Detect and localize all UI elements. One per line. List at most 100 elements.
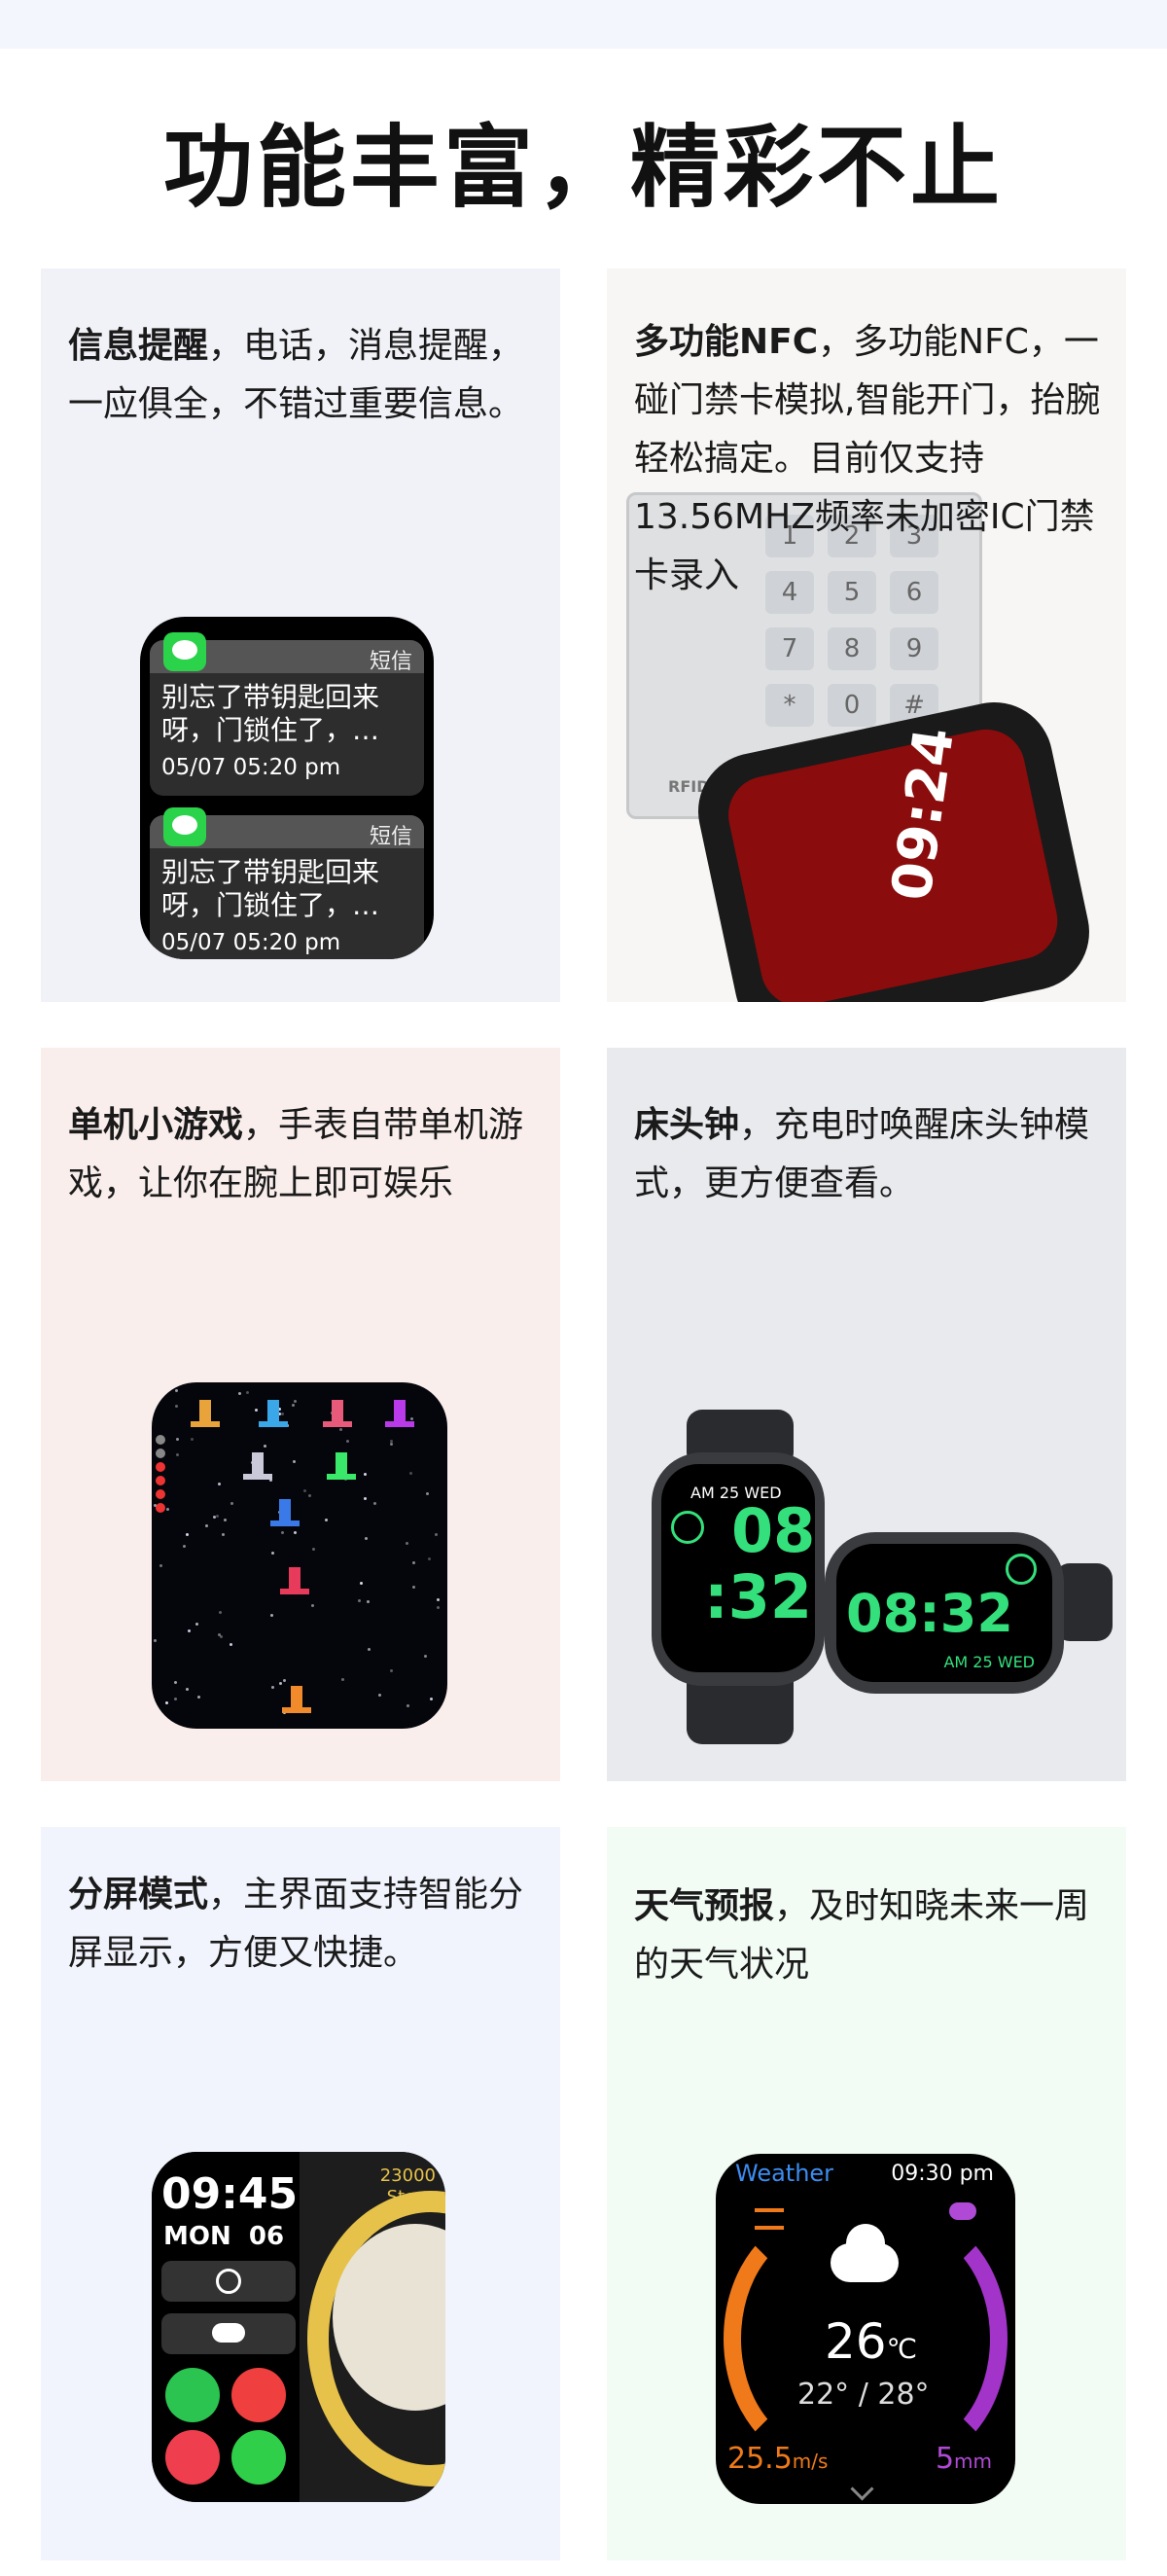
star [197,1696,200,1699]
card-nfc: 123456789*0# RFID ACCESS CONTROL 多功能NFC，… [607,268,1126,1002]
watch-hour: 08 [731,1495,816,1566]
notification-card: 短信 别忘了带钥匙回来呀，门锁住了，… 05/07 05:20 pm [150,807,424,959]
health-app-icon[interactable] [165,2430,220,2485]
card-description: 多功能NFC，多功能NFC，一碰门禁卡模拟,智能开门，抬腕轻松搞定。目前仅支持1… [634,322,1101,595]
star [175,1405,178,1408]
top-band [0,0,1167,49]
star [428,1557,431,1560]
keypad-key: 8 [828,627,876,670]
game-screen[interactable] [152,1382,447,1729]
star [159,1564,162,1567]
star [246,1391,249,1394]
game-sprite [323,1400,352,1427]
game-sprite [327,1452,356,1480]
star [312,1548,315,1551]
heart-icon [156,1503,165,1513]
bedside-watch-front: AM 25 WED 08 :32 [652,1452,825,1686]
watch-date: AM 25 WED [943,1653,1035,1671]
game-sprite [280,1567,309,1594]
alarm-clock-icon [216,2269,241,2294]
star [412,1561,415,1564]
star [364,1497,367,1500]
star [195,1623,198,1626]
game-sprite [191,1400,220,1427]
card-description: 床头钟，充电时唤醒床头钟模式，更方便查看。 [634,1105,1090,1203]
star [264,1445,266,1448]
phone-app-icon[interactable] [165,2368,220,2422]
star [188,1629,191,1632]
star [412,1586,415,1589]
star [174,1698,177,1700]
heart-icon [156,1435,165,1445]
message-app-icon [163,632,206,671]
star [390,1443,393,1446]
card-description: 天气预报，及时知晓未来一周的天气状况 [634,1886,1090,1985]
star [183,1545,186,1548]
star [293,1460,296,1463]
card-title: 单机小游戏 [68,1105,244,1145]
card-title: 信息提醒 [68,326,209,366]
weather-tile[interactable] [161,2313,296,2354]
star [407,1704,409,1707]
star [339,1428,342,1431]
star [283,1679,286,1682]
charging-icon [1006,1554,1037,1585]
star [279,1682,282,1685]
steps-display: 23000 Steps [379,2165,436,2207]
game-sprite [259,1400,288,1427]
star [176,1453,179,1456]
card-description: 信息提醒，电话，消息提醒，一应俱全，不错过重要信息。 [68,326,524,424]
heart-icon [156,1462,165,1472]
notification-time: 05/07 05:20 pm [161,755,341,780]
star [166,1508,169,1511]
star [426,1492,429,1495]
current-temp: 26℃ [825,2313,918,2370]
star [219,1611,222,1614]
watch-time: 09:24 [879,724,967,905]
page-title: 功能丰富，精彩不止 [162,116,1004,220]
star [409,1472,412,1475]
star [365,1537,368,1540]
temp-range: 22° / 28° [797,2378,930,2412]
rainfall: 5mm [935,2442,992,2476]
star [368,1648,371,1651]
star [191,1438,194,1441]
card-message-reminder: 信息提醒，电话，消息提醒，一应俱全，不错过重要信息。 短信 别忘了带钥匙回来呀，… [41,268,560,1002]
star [176,1438,179,1441]
star [294,1400,297,1403]
star [364,1473,367,1476]
card-description: 单机小游戏，手表自带单机游戏，让你在腕上即可娱乐 [68,1105,524,1203]
notification-card: 短信 别忘了带钥匙回来呀，门锁住了，… 05/07 05:20 pm [150,632,424,796]
wind-icon [755,2208,784,2230]
card-split-screen: 分屏模式，主界面支持智能分屏显示，方便又快捷。 23000 Steps 09:4… [41,1827,560,2560]
card-game: 单机小游戏，手表自带单机游戏，让你在腕上即可娱乐 [41,1048,560,1781]
star [281,1531,284,1534]
star [205,1524,208,1527]
card-title: 床头钟 [634,1105,740,1145]
alarm-tile[interactable] [161,2261,296,2302]
star [358,1599,361,1602]
game-sprite [385,1400,414,1427]
star [311,1604,314,1607]
star [430,1698,433,1700]
star [367,1600,370,1603]
clock-date: MON 06 [163,2222,285,2251]
sport-app-icon[interactable] [231,2430,286,2485]
star [224,1519,227,1521]
weather-watch-screen: Weather 09:30 pm 26℃ 22° / 28° 25.5m/s 5… [716,2154,1015,2504]
heart-icon [156,1476,165,1485]
music-app-icon[interactable] [231,2368,286,2422]
notification-message: 别忘了带钥匙回来呀，门锁住了，… [161,856,380,921]
star [165,1701,168,1704]
cloud-icon [212,2323,245,2343]
card-title: 多功能NFC [634,322,819,362]
notification-source: 短信 [369,825,412,849]
star [154,1639,157,1642]
star [378,1694,381,1697]
star [303,1489,306,1492]
card-title: 分屏模式 [68,1875,209,1914]
weather-time: 09:30 pm [891,2162,994,2186]
rain-cloud-icon [949,2202,976,2220]
star [424,1655,427,1658]
chevron-down-icon[interactable] [850,2477,874,2501]
